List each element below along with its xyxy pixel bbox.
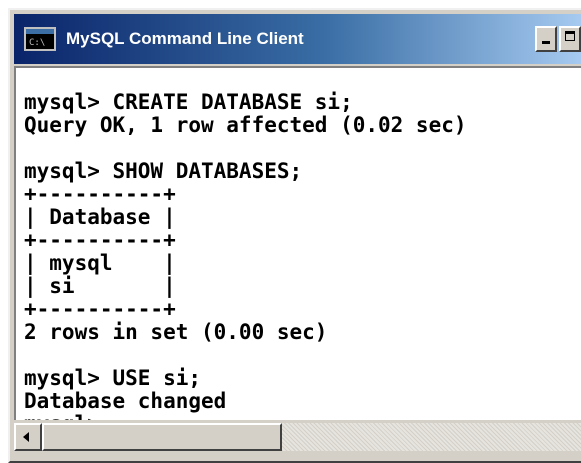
console-line: | Database | [24,205,176,229]
console-prompt-line[interactable]: mysql> _ [24,412,125,421]
console-text: mysql> CREATE DATABASE si; Query OK, 1 r… [24,68,467,421]
console-line: mysql> CREATE DATABASE si; [24,90,353,114]
console-line: Query OK, 1 row affected (0.02 sec) [24,113,467,137]
maximize-button[interactable] [559,26,581,52]
console-line: +----------+ [24,297,176,321]
minimize-button[interactable] [535,26,557,52]
scrollbar-track[interactable] [282,423,581,451]
console-line: | si | [24,274,176,298]
console-line: mysql> USE si; [24,366,202,390]
console-line: +----------+ [24,228,176,252]
console-icon[interactable]: C:\ [24,27,56,51]
console-line: 2 rows in set (0.00 sec) [24,320,328,344]
console-icon-glyph: C:\ [29,38,46,48]
console-line: Database changed [24,389,227,413]
console-line: | mysql | [24,251,176,275]
horizontal-scrollbar[interactable] [14,422,581,452]
console-line: +----------+ [24,182,176,206]
console-line: mysql> SHOW DATABASES; [24,159,303,183]
mysql-client-window: C:\ MySQL Command Line Client mysql> CRE… [8,8,581,463]
scrollbar-thumb[interactable] [42,423,282,451]
window-title: MySQL Command Line Client [66,29,304,48]
window-controls [533,14,581,64]
console-output-area[interactable]: mysql> CREATE DATABASE si; Query OK, 1 r… [14,66,581,420]
title-bar[interactable]: C:\ MySQL Command Line Client [14,14,581,64]
scroll-left-button[interactable] [14,423,42,451]
